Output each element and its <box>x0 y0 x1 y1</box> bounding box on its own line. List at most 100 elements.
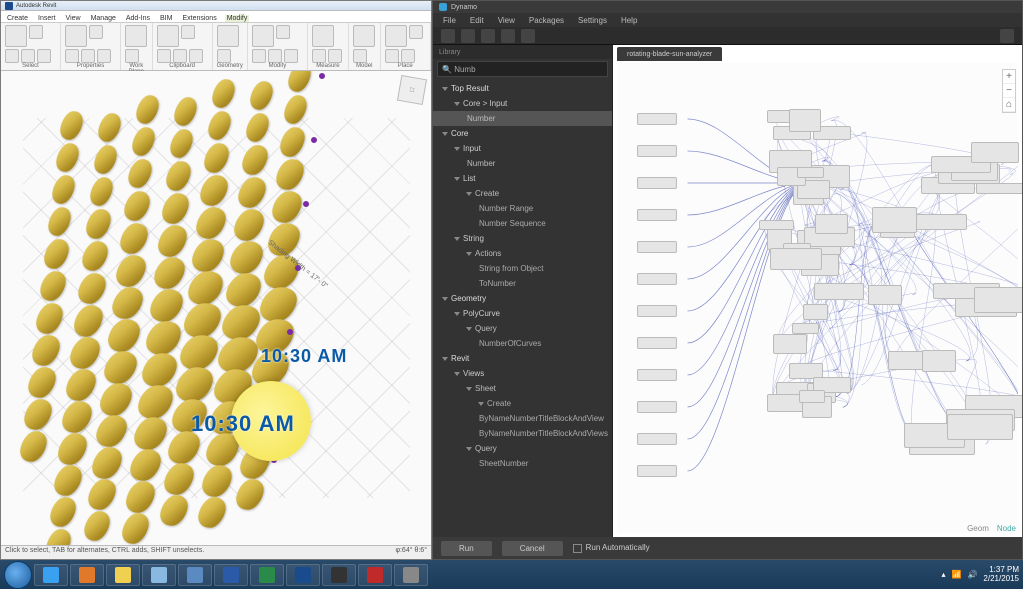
ribbon-tool-icon[interactable] <box>5 49 19 63</box>
menu-file[interactable]: File <box>443 16 456 25</box>
dynamo-node[interactable] <box>637 113 677 125</box>
taskbar-app-explorer[interactable] <box>106 564 140 586</box>
zoom-controls[interactable]: + − ⌂ <box>1002 69 1016 113</box>
ribbon-tool-icon[interactable] <box>252 49 266 63</box>
run-auto-checkbox[interactable]: Run Automatically <box>573 543 650 552</box>
ribbon-tab-extensions[interactable]: Extensions <box>180 15 218 22</box>
taskbar-app-firefox[interactable] <box>70 564 104 586</box>
dynamo-node[interactable] <box>789 109 821 132</box>
ribbon-tool-icon[interactable] <box>409 25 423 39</box>
lib-item-input[interactable]: Input <box>433 141 612 156</box>
taskbar-app-acrobat[interactable] <box>358 564 392 586</box>
disclosure-triangle-icon[interactable] <box>466 387 472 391</box>
lib-item-views[interactable]: Views <box>433 366 612 381</box>
graph-workspace[interactable]: rotating-blade-sun-analyzer + − ⌂ Geom N… <box>613 45 1022 537</box>
run-button[interactable]: Run <box>441 541 492 556</box>
dynamo-node[interactable] <box>770 248 821 270</box>
clock[interactable]: 1:37 PM 2/21/2015 <box>983 566 1019 584</box>
redo-icon[interactable] <box>521 29 535 43</box>
lib-item-list[interactable]: List <box>433 171 612 186</box>
dynamo-node[interactable] <box>792 323 818 333</box>
adaptive-point-icon[interactable] <box>319 73 325 79</box>
lib-item-tonumber[interactable]: ToNumber <box>433 276 612 291</box>
ribbon-tool-icon[interactable] <box>252 25 274 47</box>
ribbon-tool-icon[interactable] <box>21 49 35 63</box>
taskbar-app-autodesk[interactable] <box>322 564 356 586</box>
tray-icon[interactable]: ▴ <box>941 570 945 579</box>
ribbon-tool-icon[interactable] <box>189 49 203 63</box>
disclosure-triangle-icon[interactable] <box>466 252 472 256</box>
dynamo-node[interactable] <box>797 167 824 178</box>
dynamo-node[interactable] <box>637 465 677 477</box>
dynamo-node[interactable] <box>815 214 849 234</box>
dynamo-node[interactable] <box>974 287 1022 313</box>
dynamo-node[interactable] <box>759 220 794 231</box>
dynamo-node[interactable] <box>637 209 677 221</box>
lib-item-sheet[interactable]: Sheet <box>433 381 612 396</box>
disclosure-triangle-icon[interactable] <box>454 372 460 376</box>
start-button[interactable] <box>4 561 32 589</box>
disclosure-triangle-icon[interactable] <box>442 132 448 136</box>
ribbon-tab-manage[interactable]: Manage <box>89 15 118 22</box>
disclosure-triangle-icon[interactable] <box>454 177 460 181</box>
dynamo-node[interactable] <box>773 334 806 353</box>
library-search-input[interactable]: 🔍 Numb <box>437 61 608 77</box>
taskbar-app-app2[interactable] <box>178 564 212 586</box>
dynamo-node[interactable] <box>868 285 901 305</box>
dynamo-node[interactable] <box>637 337 677 349</box>
ribbon-tool-icon[interactable] <box>5 25 27 47</box>
ribbon-tool-icon[interactable] <box>353 25 375 47</box>
lib-item-number[interactable]: Number <box>433 111 612 126</box>
lib-item-actions[interactable]: Actions <box>433 246 612 261</box>
lib-item-top-result[interactable]: Top Result <box>433 81 612 96</box>
ribbon-tool-icon[interactable] <box>125 25 147 47</box>
ribbon-tool-icon[interactable] <box>125 49 139 63</box>
volume-icon[interactable]: 🔊 <box>967 570 977 579</box>
lib-item-number-range[interactable]: Number Range <box>433 201 612 216</box>
view-cube[interactable]: ⬚ <box>397 75 427 105</box>
ribbon-tool-icon[interactable] <box>276 25 290 39</box>
network-icon[interactable]: 📶 <box>951 570 961 579</box>
view-mode-toggle[interactable]: Geom Node <box>967 524 1016 533</box>
adaptive-point-icon[interactable] <box>311 137 317 143</box>
dynamo-node[interactable] <box>947 414 1013 440</box>
dynamo-node[interactable] <box>637 177 677 189</box>
lib-item-query[interactable]: Query <box>433 321 612 336</box>
taskbar-app-app3[interactable] <box>394 564 428 586</box>
lib-item-polycurve[interactable]: PolyCurve <box>433 306 612 321</box>
system-tray[interactable]: ▴ 📶 🔊 1:37 PM 2/21/2015 <box>941 566 1019 584</box>
ribbon-tool-icon[interactable] <box>29 25 43 39</box>
dynamo-node[interactable] <box>814 283 864 299</box>
disclosure-triangle-icon[interactable] <box>466 192 472 196</box>
windows-taskbar[interactable]: ▴ 📶 🔊 1:37 PM 2/21/2015 <box>0 560 1023 589</box>
lib-item-number-sequence[interactable]: Number Sequence <box>433 216 612 231</box>
ribbon-tool-icon[interactable] <box>312 49 326 63</box>
ribbon-tab-insert[interactable]: Insert <box>36 15 58 22</box>
zoom-out-icon[interactable]: − <box>1003 84 1015 98</box>
dynamo-node[interactable] <box>799 390 825 403</box>
taskbar-app-revit[interactable] <box>286 564 320 586</box>
menu-edit[interactable]: Edit <box>470 16 484 25</box>
menu-view[interactable]: View <box>498 16 515 25</box>
menu-settings[interactable]: Settings <box>578 16 607 25</box>
dynamo-node[interactable] <box>637 369 677 381</box>
disclosure-triangle-icon[interactable] <box>454 102 460 106</box>
ribbon-tool-icon[interactable] <box>312 25 334 47</box>
lib-item-number[interactable]: Number <box>433 156 612 171</box>
taskbar-app-excel[interactable] <box>250 564 284 586</box>
library-tree[interactable]: Top ResultCore > InputNumberCoreInputNum… <box>433 79 612 537</box>
dynamo-node[interactable] <box>976 183 1022 195</box>
dynamo-node[interactable] <box>872 207 917 233</box>
lib-item-sheetnumber[interactable]: SheetNumber <box>433 456 612 471</box>
disclosure-triangle-icon[interactable] <box>466 447 472 451</box>
dynamo-titlebar[interactable]: Dynamo <box>433 1 1022 13</box>
dynamo-node[interactable] <box>803 304 828 321</box>
lib-item-revit[interactable]: Revit <box>433 351 612 366</box>
ribbon-tool-icon[interactable] <box>65 25 87 47</box>
dynamo-node[interactable] <box>637 401 677 413</box>
ribbon-tool-icon[interactable] <box>173 49 187 63</box>
ribbon-tool-icon[interactable] <box>401 49 415 63</box>
ribbon-tab-bim[interactable]: BIM <box>158 15 174 22</box>
ribbon-tool-icon[interactable] <box>385 49 399 63</box>
ribbon-tool-icon[interactable] <box>217 49 231 63</box>
